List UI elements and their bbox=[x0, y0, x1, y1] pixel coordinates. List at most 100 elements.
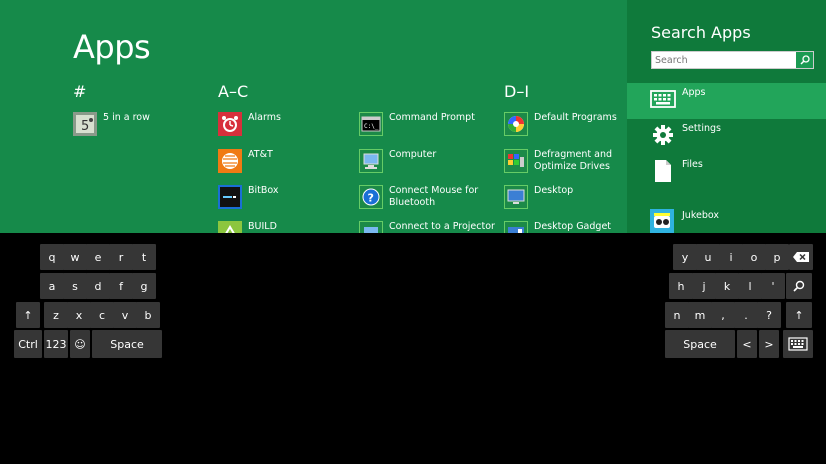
key-keyboard-toggle[interactable] bbox=[783, 330, 813, 358]
group-header-a-c[interactable]: A–C bbox=[218, 82, 248, 101]
att-globe-icon bbox=[218, 149, 242, 173]
app-label: Default Programs bbox=[534, 112, 617, 123]
gadget-icon bbox=[504, 221, 528, 233]
key-t[interactable]: t bbox=[132, 244, 156, 270]
key-q[interactable]: q bbox=[40, 244, 64, 270]
app-tile-5-in-a-row[interactable]: 5 5 in a row bbox=[73, 112, 193, 138]
key-b[interactable]: b bbox=[136, 302, 160, 328]
app-label: Desktop bbox=[534, 185, 574, 196]
key-m[interactable]: m bbox=[688, 302, 712, 328]
category-label: Jukebox bbox=[682, 210, 720, 221]
app-label: Defragment and Optimize Drives bbox=[534, 149, 612, 172]
key-shift-right[interactable]: ↑ bbox=[786, 302, 812, 328]
desktop-icon bbox=[504, 185, 528, 209]
search-charm-pane: Search Apps Apps Settings Files Jukebox bbox=[627, 0, 826, 233]
app-tile-att[interactable]: AT&T bbox=[218, 149, 338, 175]
key-emoji[interactable]: ☺ bbox=[70, 330, 90, 358]
key-p[interactable]: p bbox=[765, 244, 789, 270]
key-backspace[interactable] bbox=[789, 244, 813, 270]
key-n[interactable]: n bbox=[665, 302, 689, 328]
app-tile-default-programs[interactable]: Default Programs bbox=[504, 112, 624, 138]
search-category-files[interactable]: Files bbox=[627, 155, 826, 191]
bitbox-icon bbox=[218, 185, 242, 209]
search-pane-title: Search Apps bbox=[651, 23, 751, 42]
defrag-icon bbox=[504, 149, 528, 173]
key-e[interactable]: e bbox=[86, 244, 110, 270]
key-numbers[interactable]: 123 bbox=[44, 330, 68, 358]
app-tile-computer[interactable]: Computer bbox=[359, 149, 499, 175]
app-tile-desktop[interactable]: Desktop bbox=[504, 185, 624, 211]
key-f[interactable]: f bbox=[109, 273, 133, 299]
category-label: Files bbox=[682, 159, 703, 170]
group-header-d-i[interactable]: D–I bbox=[504, 82, 529, 101]
search-category-settings[interactable]: Settings bbox=[627, 119, 826, 155]
search-category-apps[interactable]: Apps bbox=[627, 83, 826, 119]
key-shift-left[interactable]: ↑ bbox=[16, 302, 40, 328]
key-search[interactable] bbox=[786, 273, 812, 299]
key-ctrl[interactable]: Ctrl bbox=[14, 330, 42, 358]
key-l[interactable]: l bbox=[738, 273, 762, 299]
key-j[interactable]: j bbox=[692, 273, 716, 299]
key-question[interactable]: ? bbox=[757, 302, 781, 328]
page-title: Apps bbox=[73, 28, 151, 66]
search-category-jukebox[interactable]: Jukebox bbox=[627, 206, 826, 233]
key-d[interactable]: d bbox=[86, 273, 110, 299]
command-prompt-icon: C:\_ bbox=[359, 112, 383, 136]
key-x[interactable]: x bbox=[67, 302, 91, 328]
key-u[interactable]: u bbox=[696, 244, 720, 270]
help-icon: ? bbox=[359, 185, 383, 209]
app-tile-connect-projector[interactable]: Connect to a Projector bbox=[359, 221, 499, 233]
key-period[interactable]: . bbox=[734, 302, 758, 328]
keyboard-icon bbox=[650, 86, 676, 112]
app-label: 5 in a row bbox=[103, 112, 150, 123]
key-i[interactable]: i bbox=[719, 244, 743, 270]
key-arrow-left[interactable]: < bbox=[737, 330, 757, 358]
key-apostrophe[interactable]: ' bbox=[761, 273, 785, 299]
app-tile-build[interactable]: BUILD bbox=[218, 221, 338, 233]
gear-icon bbox=[650, 122, 676, 148]
app-label: Desktop Gadget bbox=[534, 221, 612, 232]
key-r[interactable]: r bbox=[109, 244, 133, 270]
app-tile-defragment[interactable]: Defragment and Optimize Drives bbox=[504, 149, 624, 185]
key-a[interactable]: a bbox=[40, 273, 64, 299]
key-o[interactable]: o bbox=[742, 244, 766, 270]
key-y[interactable]: y bbox=[673, 244, 697, 270]
file-icon bbox=[650, 158, 676, 184]
default-programs-icon bbox=[504, 112, 528, 136]
app-label: BitBox bbox=[248, 185, 279, 196]
jukebox-icon bbox=[650, 209, 674, 233]
key-arrow-right[interactable]: > bbox=[759, 330, 779, 358]
app-label: AT&T bbox=[248, 149, 273, 160]
key-h[interactable]: h bbox=[669, 273, 693, 299]
key-w[interactable]: w bbox=[63, 244, 87, 270]
key-k[interactable]: k bbox=[715, 273, 739, 299]
app-tile-desktop-gadget[interactable]: Desktop Gadget bbox=[504, 221, 624, 233]
app-tile-bitbox[interactable]: BitBox bbox=[218, 185, 338, 211]
group-header-hash[interactable]: # bbox=[73, 82, 86, 101]
app-tile-command-prompt[interactable]: C:\_ Command Prompt bbox=[359, 112, 499, 138]
key-comma[interactable]: , bbox=[711, 302, 735, 328]
key-space-left[interactable]: Space bbox=[92, 330, 162, 358]
app-tile-alarms[interactable]: Alarms bbox=[218, 112, 338, 138]
key-s[interactable]: s bbox=[63, 273, 87, 299]
category-label: Settings bbox=[682, 123, 721, 134]
key-c[interactable]: c bbox=[90, 302, 114, 328]
svg-text:C:\_: C:\_ bbox=[364, 123, 379, 130]
app-label: Alarms bbox=[248, 112, 281, 123]
svg-text:?: ? bbox=[368, 192, 374, 205]
key-g[interactable]: g bbox=[132, 273, 156, 299]
search-button[interactable] bbox=[796, 52, 813, 68]
keyboard-icon bbox=[788, 337, 808, 351]
app-label: Connect Mouse for Bluetooth bbox=[389, 185, 479, 208]
app-label: Command Prompt bbox=[389, 112, 475, 123]
app-tile-connect-mouse-bluetooth[interactable]: ? Connect Mouse for Bluetooth bbox=[359, 185, 499, 221]
start-screen: Apps # A–C D–I 5 5 in a row Alarms AT&T … bbox=[0, 0, 627, 233]
key-z[interactable]: z bbox=[44, 302, 68, 328]
category-label: Apps bbox=[682, 87, 706, 98]
search-input[interactable] bbox=[654, 52, 792, 68]
app-label: BUILD bbox=[248, 221, 277, 232]
key-v[interactable]: v bbox=[113, 302, 137, 328]
svg-text:5: 5 bbox=[81, 119, 89, 134]
key-space-right[interactable]: Space bbox=[665, 330, 735, 358]
search-box bbox=[651, 51, 814, 69]
